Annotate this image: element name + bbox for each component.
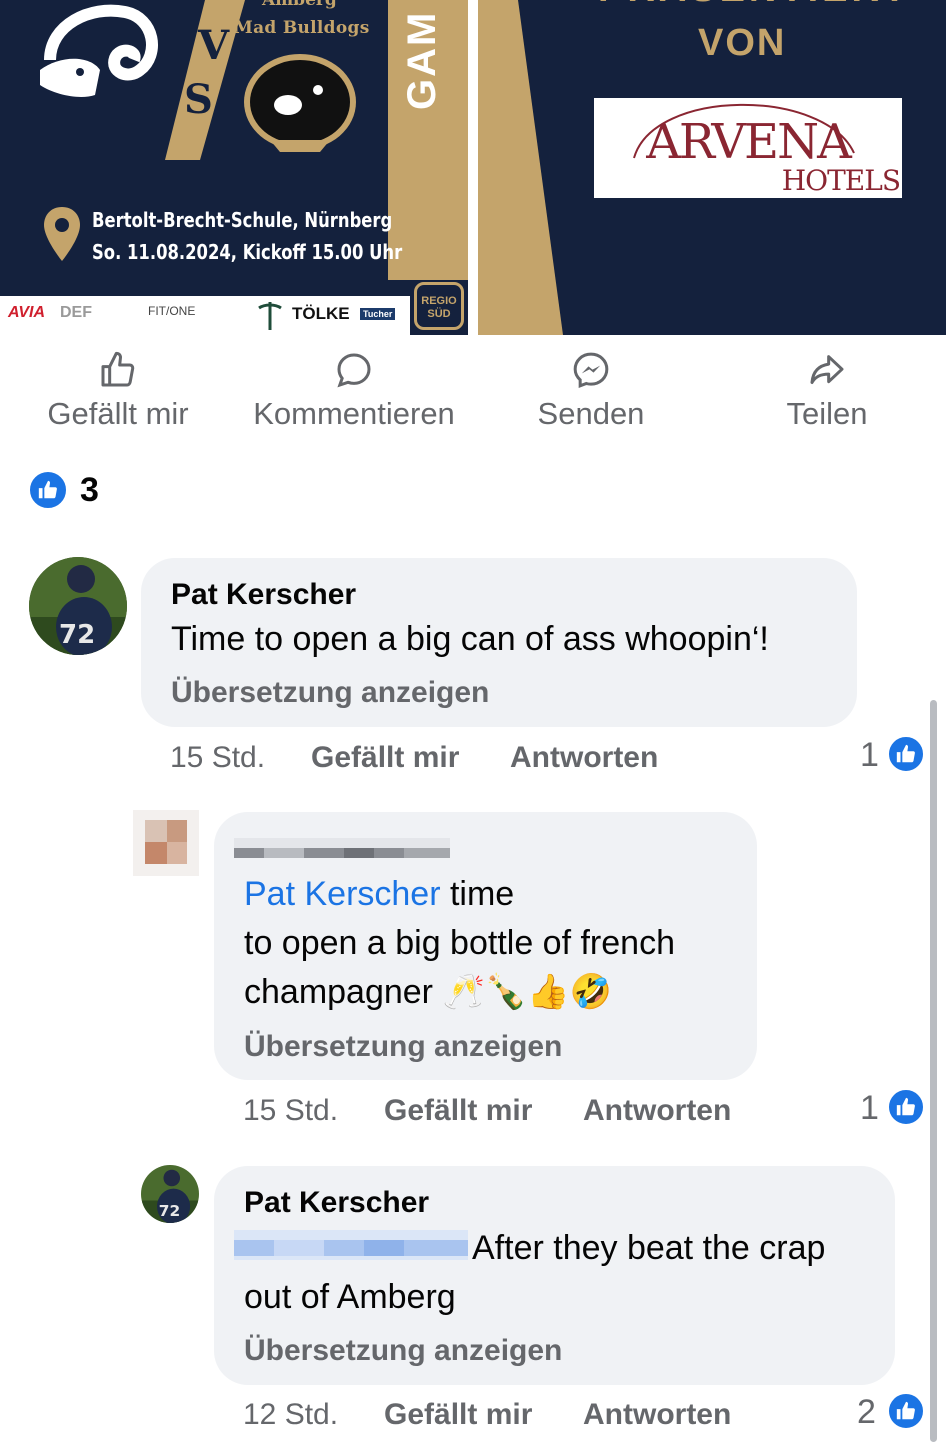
share-button[interactable]: Teilen	[780, 350, 874, 432]
translate-link[interactable]: Übersetzung anzeigen	[171, 676, 489, 710]
comment-like-button[interactable]: Gefällt mir	[384, 1398, 532, 1432]
arvena-hotels-logo: ARVENA HOTELS	[594, 98, 902, 198]
send-button[interactable]: Senden	[532, 350, 650, 432]
scrollbar[interactable]	[930, 700, 937, 1442]
rams-logo-icon	[40, 4, 158, 97]
comment-like-button[interactable]: Gefällt mir	[311, 741, 459, 775]
comment-reply-button[interactable]: Antworten	[583, 1094, 731, 1128]
comment-like-reaction-icon[interactable]	[886, 1391, 926, 1431]
translate-link[interactable]: Übersetzung anzeigen	[244, 1030, 562, 1064]
comment-reaction-count[interactable]: 1	[860, 736, 879, 775]
share-label: Teilen	[786, 396, 868, 431]
comment-time[interactable]: 15 Std.	[243, 1094, 338, 1128]
caduceus-icon	[258, 302, 282, 330]
comment-bubble-icon	[337, 353, 371, 388]
hotels-logo-text: HOTELS	[781, 164, 901, 197]
reaction-count: 3	[80, 471, 99, 509]
team-name-top: Amberg	[262, 0, 337, 10]
venue-location: Bertolt-Brecht-Schule, Nürnberg	[92, 208, 393, 232]
venue-date: So. 11.08.2024, Kickoff 15.00 Uhr	[92, 240, 403, 264]
sponsor-panel: PRÄSENTIERT VON ARVENA HOTELS	[478, 0, 946, 335]
comment-reaction-count[interactable]: 2	[857, 1393, 876, 1432]
comment-like-reaction-icon[interactable]	[886, 1087, 926, 1127]
vertical-game-text: GAM	[400, 10, 444, 110]
comment-text-line2: out of Amberg	[244, 1278, 456, 1316]
vs-letter-s: S	[184, 76, 213, 123]
avatar-photo-icon: 72	[141, 1165, 199, 1223]
thumbs-up-icon	[101, 351, 135, 387]
comment-like-reaction-icon[interactable]	[886, 734, 926, 774]
send-label: Senden	[537, 396, 645, 431]
like-reaction-icon	[28, 470, 68, 510]
sponsor-tucher: Tucher	[360, 308, 396, 320]
comment-reply-button[interactable]: Antworten	[510, 741, 658, 775]
share-arrow-icon	[810, 355, 844, 384]
reply-text-first: time	[440, 875, 515, 913]
von-text: VON	[698, 22, 787, 64]
sponsor-def: DEF	[60, 304, 92, 321]
comment-button[interactable]: Kommentieren	[243, 350, 465, 432]
thumbs-up-icon	[896, 1401, 915, 1420]
comment-time[interactable]: 15 Std.	[170, 741, 265, 775]
venue-info: Bertolt-Brecht-Schule, Nürnberg So. 11.0…	[92, 204, 402, 268]
pixelated-avatar-icon	[133, 810, 199, 876]
comment-reply-button[interactable]: Antworten	[583, 1398, 731, 1432]
like-label: Gefällt mir	[47, 396, 189, 431]
reply-comment-bubble: Pat Kerscher time to open a big bottle o…	[214, 812, 757, 1080]
blurred-author-name	[234, 838, 450, 858]
sponsor-avia: AVIA	[8, 304, 46, 321]
presented-text: PRÄSENTIERT	[598, 0, 910, 11]
comment-time[interactable]: 12 Std.	[243, 1398, 338, 1432]
reply-avatar-blurred[interactable]	[133, 810, 199, 876]
sponsor-strip: AVIA DEF FIT/ONE TÖLKE Tucher	[0, 296, 410, 335]
svg-text:72: 72	[159, 1202, 180, 1220]
comment-label: Kommentieren	[253, 396, 455, 431]
comment-author[interactable]: Pat Kerscher	[244, 1186, 429, 1220]
comment-text-line1: After they beat the crap	[472, 1229, 826, 1267]
comment-reaction-count[interactable]: 1	[860, 1089, 879, 1128]
messenger-icon	[573, 352, 609, 389]
post-image[interactable]: V S Amberg Mad Bulldogs GAM Bertolt-Brec…	[0, 0, 946, 335]
like-button[interactable]: Gefällt mir	[38, 350, 198, 432]
sponsor-fitone: FIT/ONE	[148, 304, 196, 318]
avatar[interactable]: 72	[29, 557, 127, 655]
reply-comment-bubble: Pat Kerscher After they beat the crap ou…	[214, 1166, 895, 1385]
mention-link[interactable]: Pat Kerscher	[244, 875, 441, 913]
sponsor-toelke: TÖLKE	[292, 304, 350, 323]
thumbs-up-icon	[896, 1097, 915, 1116]
translate-link[interactable]: Übersetzung anzeigen	[244, 1334, 562, 1368]
comment-bubble: Pat Kerscher Time to open a big can of a…	[141, 558, 857, 727]
blurred-mention[interactable]	[234, 1230, 468, 1260]
thumbs-up-icon	[896, 744, 915, 763]
reply-comment-text: Pat Kerscher time to open a big bottle o…	[244, 870, 754, 1017]
comment-author[interactable]: Pat Kerscher	[171, 578, 356, 612]
avatar[interactable]: 72	[141, 1165, 199, 1223]
location-pin-icon	[44, 207, 80, 261]
bulldog-logo-icon	[244, 54, 356, 152]
svg-text:72: 72	[59, 620, 95, 650]
team-name: Mad Bulldogs	[234, 18, 370, 38]
thumbs-up-icon	[38, 480, 57, 499]
arvena-logo-text: ARVENA	[646, 114, 851, 170]
event-flyer-panel: V S Amberg Mad Bulldogs GAM Bertolt-Brec…	[0, 0, 468, 335]
comment-text: Time to open a big can of ass whoopin‘!	[171, 620, 769, 658]
avatar-photo-icon: 72	[29, 557, 127, 655]
reply-text-line2: to open a big bottle of french	[244, 924, 675, 962]
comment-like-button[interactable]: Gefällt mir	[384, 1094, 532, 1128]
vs-letter-v: V	[198, 22, 230, 69]
regio-sued-badge: REGIO SÜD	[414, 282, 464, 330]
reply-text-line3: champagner 🥂🍾👍🤣	[244, 973, 612, 1011]
